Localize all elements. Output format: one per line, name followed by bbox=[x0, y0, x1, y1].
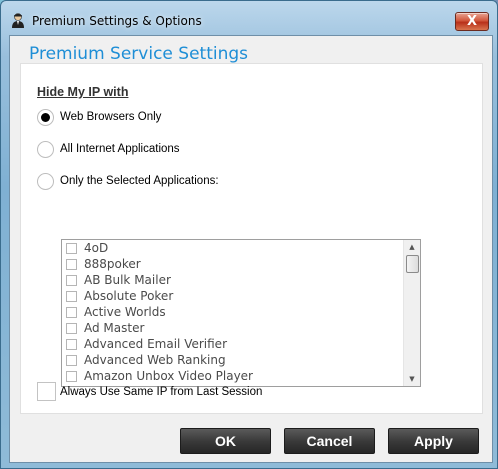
list-item[interactable]: Advanced Web Ranking bbox=[62, 352, 403, 368]
list-item[interactable]: Advanced Email Verifier bbox=[62, 336, 403, 352]
list-item[interactable]: Active Worlds bbox=[62, 304, 403, 320]
settings-panel: Hide My IP with Web Browsers Only All In… bbox=[20, 63, 483, 414]
list-scrollbar[interactable]: ▲ ▼ bbox=[403, 240, 420, 386]
app-name: Amazon Unbox Video Player bbox=[84, 369, 253, 383]
app-checkbox[interactable] bbox=[66, 338, 77, 350]
scroll-up-icon[interactable]: ▲ bbox=[404, 240, 420, 254]
radio-only-selected-applications[interactable]: Only the Selected Applications: bbox=[37, 171, 219, 191]
list-item[interactable]: Absolute Poker bbox=[62, 288, 403, 304]
app-checkbox[interactable] bbox=[66, 370, 77, 382]
dialog-client-area: Premium Service Settings Hide My IP with… bbox=[9, 35, 493, 463]
cancel-button-label: Cancel bbox=[306, 433, 353, 449]
always-same-ip-checkbox[interactable] bbox=[37, 382, 56, 401]
app-name: Advanced Web Ranking bbox=[84, 353, 226, 367]
app-checkbox[interactable] bbox=[66, 274, 77, 286]
list-item[interactable]: 4oD bbox=[62, 240, 403, 256]
header-bar: Premium Service Settings bbox=[10, 36, 492, 66]
user-agent-icon bbox=[10, 12, 26, 28]
app-checkbox[interactable] bbox=[66, 290, 77, 302]
app-name: 888poker bbox=[84, 257, 141, 271]
app-checkbox[interactable] bbox=[66, 322, 77, 334]
app-name: 4oD bbox=[84, 241, 109, 255]
radio-web-browsers-only[interactable]: Web Browsers Only bbox=[37, 107, 161, 127]
hide-ip-section-label: Hide My IP with bbox=[37, 85, 129, 99]
title-bar[interactable]: Premium Settings & Options X bbox=[1, 1, 497, 35]
window-title: Premium Settings & Options bbox=[32, 14, 202, 28]
app-checkbox[interactable] bbox=[66, 306, 77, 318]
always-same-ip-row[interactable]: Always Use Same IP from Last Session bbox=[37, 382, 262, 401]
app-name: AB Bulk Mailer bbox=[84, 273, 171, 287]
radio-button[interactable] bbox=[37, 108, 54, 126]
radio-selected-dot bbox=[41, 112, 50, 122]
radio-button[interactable] bbox=[37, 172, 54, 190]
radio-button[interactable] bbox=[37, 140, 54, 158]
app-checkbox[interactable] bbox=[66, 258, 77, 270]
close-icon: X bbox=[466, 14, 478, 29]
cancel-button[interactable]: Cancel bbox=[284, 428, 375, 454]
app-name: Active Worlds bbox=[84, 305, 166, 319]
applications-list-items: 4oD 888poker AB Bulk Mailer Absolute Pok… bbox=[62, 240, 403, 384]
app-checkbox[interactable] bbox=[66, 354, 77, 366]
scrollbar-thumb[interactable] bbox=[406, 255, 419, 273]
close-button[interactable]: X bbox=[455, 12, 489, 31]
applications-list[interactable]: 4oD 888poker AB Bulk Mailer Absolute Pok… bbox=[61, 239, 421, 387]
radio-label: All Internet Applications bbox=[60, 143, 180, 155]
radio-all-internet-applications[interactable]: All Internet Applications bbox=[37, 139, 180, 159]
radio-label: Web Browsers Only bbox=[60, 111, 162, 123]
app-name: Absolute Poker bbox=[84, 289, 174, 303]
apply-button-label: Apply bbox=[414, 433, 453, 449]
apply-button[interactable]: Apply bbox=[388, 428, 479, 454]
page-title: Premium Service Settings bbox=[29, 44, 249, 64]
app-name: Ad Master bbox=[84, 321, 145, 335]
premium-settings-window: Premium Settings & Options X Premium Ser… bbox=[0, 0, 498, 469]
list-item[interactable]: Ad Master bbox=[62, 320, 403, 336]
ok-button[interactable]: OK bbox=[180, 428, 271, 454]
always-same-ip-label: Always Use Same IP from Last Session bbox=[60, 385, 263, 398]
list-item[interactable]: AB Bulk Mailer bbox=[62, 272, 403, 288]
ok-button-label: OK bbox=[215, 433, 236, 449]
app-checkbox[interactable] bbox=[66, 242, 77, 254]
app-name: Advanced Email Verifier bbox=[84, 337, 227, 351]
scroll-down-icon[interactable]: ▼ bbox=[404, 372, 420, 386]
radio-label: Only the Selected Applications: bbox=[60, 175, 219, 187]
list-item[interactable]: 888poker bbox=[62, 256, 403, 272]
